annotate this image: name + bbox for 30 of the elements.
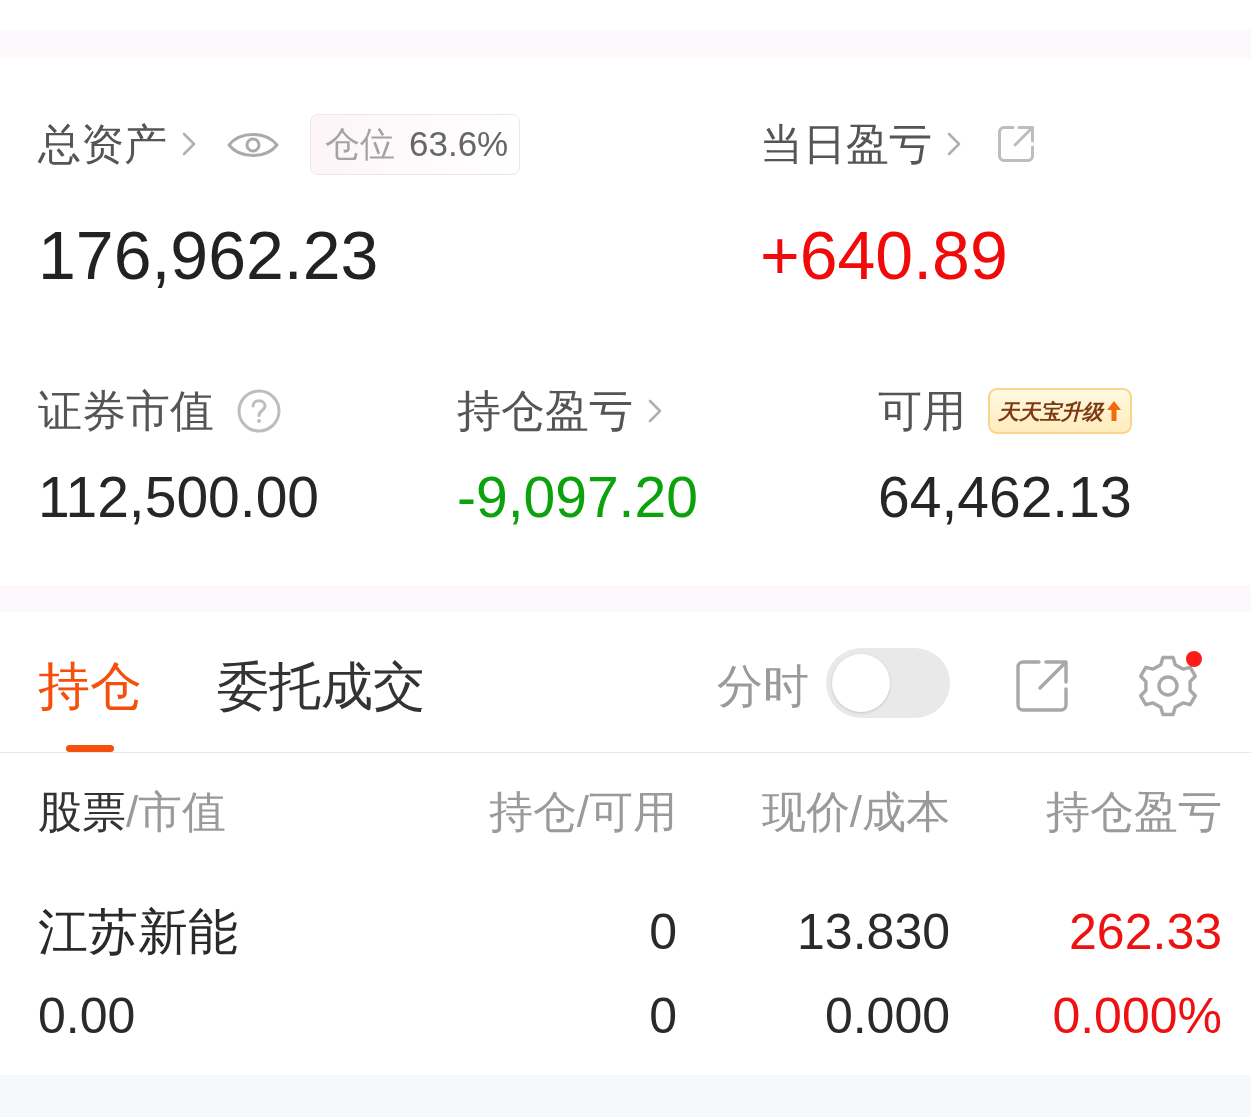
table-cell-text: 0.000%	[1052, 987, 1222, 1046]
stat-value: 64,462.13	[878, 465, 1132, 529]
total-assets-value: 176,962.23	[38, 216, 379, 295]
stat-value: 112,500.00	[38, 465, 320, 529]
tab[interactable]: 委托成交	[217, 656, 425, 752]
arrow-up-icon	[1106, 400, 1122, 423]
table-cell-text: 0	[649, 903, 677, 962]
column-header[interactable]: 股票/市值	[38, 784, 227, 840]
table-cell-text: 江苏新能	[38, 903, 238, 962]
position-label: 仓位	[325, 125, 395, 164]
help-icon[interactable]	[237, 389, 281, 434]
tab[interactable]: 持仓	[38, 656, 142, 752]
external-link-icon[interactable]	[1015, 659, 1069, 713]
position-value: 63.6%	[409, 125, 509, 164]
stat-label: 可用	[878, 387, 966, 436]
total-assets-link[interactable]: 总资产	[38, 120, 197, 169]
external-link-icon[interactable]	[996, 124, 1036, 165]
table-cell-text: 0.000	[824, 987, 950, 1046]
table-cell-text: 0	[649, 987, 677, 1046]
table-cell-text: 0.00	[38, 987, 136, 1046]
stat-value: -9,097.20	[457, 465, 698, 529]
settings-icon[interactable]	[1136, 654, 1200, 718]
table-cell-text: 262.33	[1069, 903, 1222, 962]
upgrade-badge[interactable]: 天天宝升级	[988, 388, 1132, 435]
table-cell-text: 13.830	[797, 903, 950, 962]
daily-pnl-value: +640.89	[760, 216, 1008, 295]
stat-label: 证券市值	[38, 387, 214, 436]
toggle-label: 分时	[717, 660, 809, 712]
daily-pnl-link[interactable]: 当日盈亏	[760, 120, 962, 169]
holding-pnl-link[interactable]: 持仓盈亏	[457, 387, 663, 436]
